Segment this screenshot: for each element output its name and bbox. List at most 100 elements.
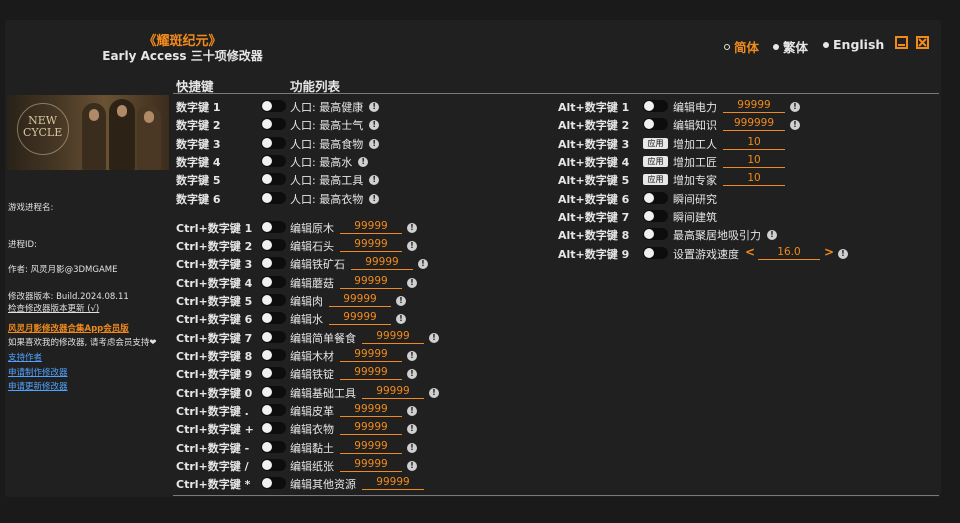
feature-toggle[interactable]: [261, 459, 286, 471]
value-input[interactable]: 99999: [723, 99, 785, 113]
feature-toggle[interactable]: [261, 173, 286, 185]
value-input[interactable]: 10: [723, 154, 785, 168]
feature-toggle[interactable]: [261, 155, 286, 167]
value-input[interactable]: 99999: [340, 366, 402, 380]
feature-label: 瞬间研究: [673, 193, 717, 206]
info-icon[interactable]: !: [418, 259, 428, 269]
info-icon[interactable]: !: [369, 139, 380, 149]
feature-toggle[interactable]: [261, 422, 286, 434]
info-icon[interactable]: !: [429, 333, 439, 343]
increase-arrow-icon[interactable]: >: [824, 245, 834, 259]
footer-divider: [173, 495, 939, 496]
feature-label: 编辑铁锭: [290, 368, 334, 381]
info-icon[interactable]: !: [407, 223, 417, 233]
close-button[interactable]: [916, 36, 929, 49]
feature-toggle[interactable]: [643, 228, 668, 240]
info-icon[interactable]: !: [407, 424, 417, 434]
info-icon[interactable]: !: [790, 120, 800, 130]
value-input[interactable]: 99999: [340, 458, 402, 472]
check-update-link[interactable]: 检查修改器版本更新 (√): [8, 302, 99, 314]
app-vip-link[interactable]: 风灵月影修改器合集App会员版: [8, 322, 129, 334]
info-icon[interactable]: !: [369, 175, 380, 185]
value-input[interactable]: 99999: [362, 476, 424, 490]
info-icon[interactable]: !: [369, 120, 380, 130]
support-author-link[interactable]: 支持作者: [8, 351, 42, 363]
hotkey-label: 数字键 2: [176, 119, 221, 132]
request-trainer-link[interactable]: 申请制作修改器: [8, 366, 68, 378]
minimize-button[interactable]: [895, 36, 908, 49]
info-icon[interactable]: !: [407, 351, 417, 361]
feature-toggle[interactable]: [643, 210, 668, 222]
value-input[interactable]: 99999: [329, 311, 391, 325]
value-input[interactable]: 99999: [340, 403, 402, 417]
feature-toggle[interactable]: [643, 100, 668, 112]
info-icon[interactable]: !: [790, 102, 800, 112]
lang-traditional[interactable]: 繁体: [773, 37, 808, 56]
feature-toggle[interactable]: [261, 349, 286, 361]
feature-toggle[interactable]: [261, 221, 286, 233]
value-input[interactable]: 99999: [362, 330, 424, 344]
feature-toggle[interactable]: [261, 276, 286, 288]
radio-icon: [773, 43, 779, 50]
info-icon[interactable]: !: [396, 296, 406, 306]
feature-label: 编辑衣物: [290, 423, 334, 436]
request-update-link[interactable]: 申请更新修改器: [8, 380, 68, 392]
feature-toggle[interactable]: [261, 239, 286, 251]
value-input[interactable]: 99999: [351, 256, 413, 270]
info-icon[interactable]: !: [407, 369, 417, 379]
info-icon[interactable]: !: [369, 194, 380, 204]
feature-toggle[interactable]: [261, 367, 286, 379]
value-input[interactable]: 99999: [340, 440, 402, 454]
version-text: 修改器版本: Build.2024.08.11: [8, 292, 129, 302]
feature-toggle[interactable]: [261, 477, 286, 489]
hotkey-label: Ctrl+数字键 1: [176, 222, 253, 235]
feature-label: 增加工匠: [673, 156, 717, 169]
feature-label: 人口: 最高食物: [290, 138, 364, 151]
info-icon[interactable]: !: [407, 278, 417, 288]
feature-toggle[interactable]: [261, 294, 286, 306]
info-icon[interactable]: !: [407, 443, 417, 453]
feature-toggle[interactable]: [643, 247, 668, 259]
value-input[interactable]: 10: [723, 136, 785, 150]
info-icon[interactable]: !: [396, 314, 406, 324]
info-icon[interactable]: !: [407, 241, 417, 251]
feature-toggle[interactable]: [261, 257, 286, 269]
value-input[interactable]: 99999: [362, 385, 424, 399]
feature-toggle[interactable]: [261, 118, 286, 130]
value-input[interactable]: 10: [723, 172, 785, 186]
feature-toggle[interactable]: [643, 192, 668, 204]
feature-toggle[interactable]: [261, 100, 286, 112]
feature-toggle[interactable]: [643, 118, 668, 130]
lang-english[interactable]: English: [823, 37, 884, 52]
feature-label: 编辑水: [290, 313, 323, 326]
value-input[interactable]: 16.0: [758, 246, 820, 260]
feature-label: 编辑其他资源: [290, 478, 356, 491]
info-icon[interactable]: !: [407, 406, 417, 416]
value-input[interactable]: 99999: [329, 293, 391, 307]
info-icon[interactable]: !: [767, 230, 777, 240]
apply-button[interactable]: 应用: [643, 174, 668, 185]
info-icon[interactable]: !: [429, 388, 439, 398]
apply-button[interactable]: 应用: [643, 156, 668, 167]
value-input[interactable]: 99999: [340, 238, 402, 252]
feature-toggle[interactable]: [261, 312, 286, 324]
value-input[interactable]: 99999: [340, 421, 402, 435]
feature-toggle[interactable]: [261, 137, 286, 149]
value-input[interactable]: 99999: [340, 348, 402, 362]
value-input[interactable]: 999999: [723, 117, 785, 131]
value-input[interactable]: 99999: [340, 220, 402, 234]
apply-button[interactable]: 应用: [643, 138, 668, 149]
lang-simplified[interactable]: 简体: [724, 37, 759, 56]
info-icon[interactable]: !: [369, 102, 380, 112]
feature-toggle[interactable]: [261, 331, 286, 343]
decrease-arrow-icon[interactable]: <: [745, 245, 755, 259]
feature-toggle[interactable]: [261, 192, 286, 204]
info-icon[interactable]: !: [358, 157, 369, 167]
value-input[interactable]: 99999: [340, 275, 402, 289]
hotkey-label: Alt+数字键 9: [558, 248, 630, 261]
feature-toggle[interactable]: [261, 441, 286, 453]
feature-toggle[interactable]: [261, 404, 286, 416]
feature-toggle[interactable]: [261, 386, 286, 398]
info-icon[interactable]: !: [838, 249, 848, 259]
info-icon[interactable]: !: [407, 461, 417, 471]
